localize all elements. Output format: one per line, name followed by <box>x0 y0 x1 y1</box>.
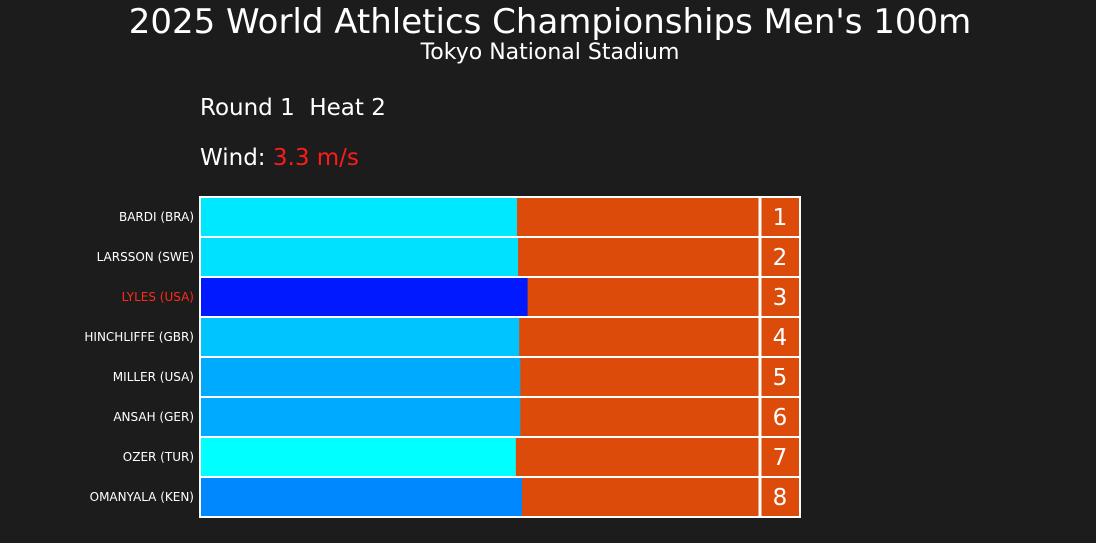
place-number-3: 3 <box>773 285 788 311</box>
progress-bar-1 <box>200 197 517 237</box>
place-number-8: 8 <box>773 485 788 511</box>
place-number-4: 4 <box>773 325 788 351</box>
place-number-1: 1 <box>773 205 788 231</box>
place-number-2: 2 <box>773 245 788 271</box>
race-progress-chart: BARDI (BRA) 1 LARSSON (SWE) 2 LYLES (USA) 3 HI… <box>84 196 801 518</box>
progress-bar-2 <box>200 237 519 277</box>
athlete-label-6: ANSAH (GER) <box>113 410 194 424</box>
progress-bar-5 <box>200 357 521 397</box>
progress-bar-8 <box>200 477 522 517</box>
athlete-label-1: BARDI (BRA) <box>119 210 194 224</box>
athlete-label-3: LYLES (USA) <box>122 290 194 304</box>
athlete-label-7: OZER (TUR) <box>123 450 194 464</box>
athlete-label-4: HINCHLIFFE (GBR) <box>84 330 194 344</box>
progress-bar-3 <box>200 277 528 317</box>
progress-bar-6 <box>200 397 521 437</box>
place-number-7: 7 <box>773 445 788 471</box>
chart-stage: 2025 World Athletics Championships Men's… <box>0 0 1096 543</box>
progress-bar-4 <box>200 317 520 357</box>
progress-bar-7 <box>200 437 516 477</box>
athlete-label-8: OMANYALA (KEN) <box>90 490 194 504</box>
place-number-5: 5 <box>773 365 788 391</box>
athlete-label-5: MILLER (USA) <box>113 370 194 384</box>
place-number-6: 6 <box>773 405 788 431</box>
athlete-label-2: LARSSON (SWE) <box>97 250 194 264</box>
